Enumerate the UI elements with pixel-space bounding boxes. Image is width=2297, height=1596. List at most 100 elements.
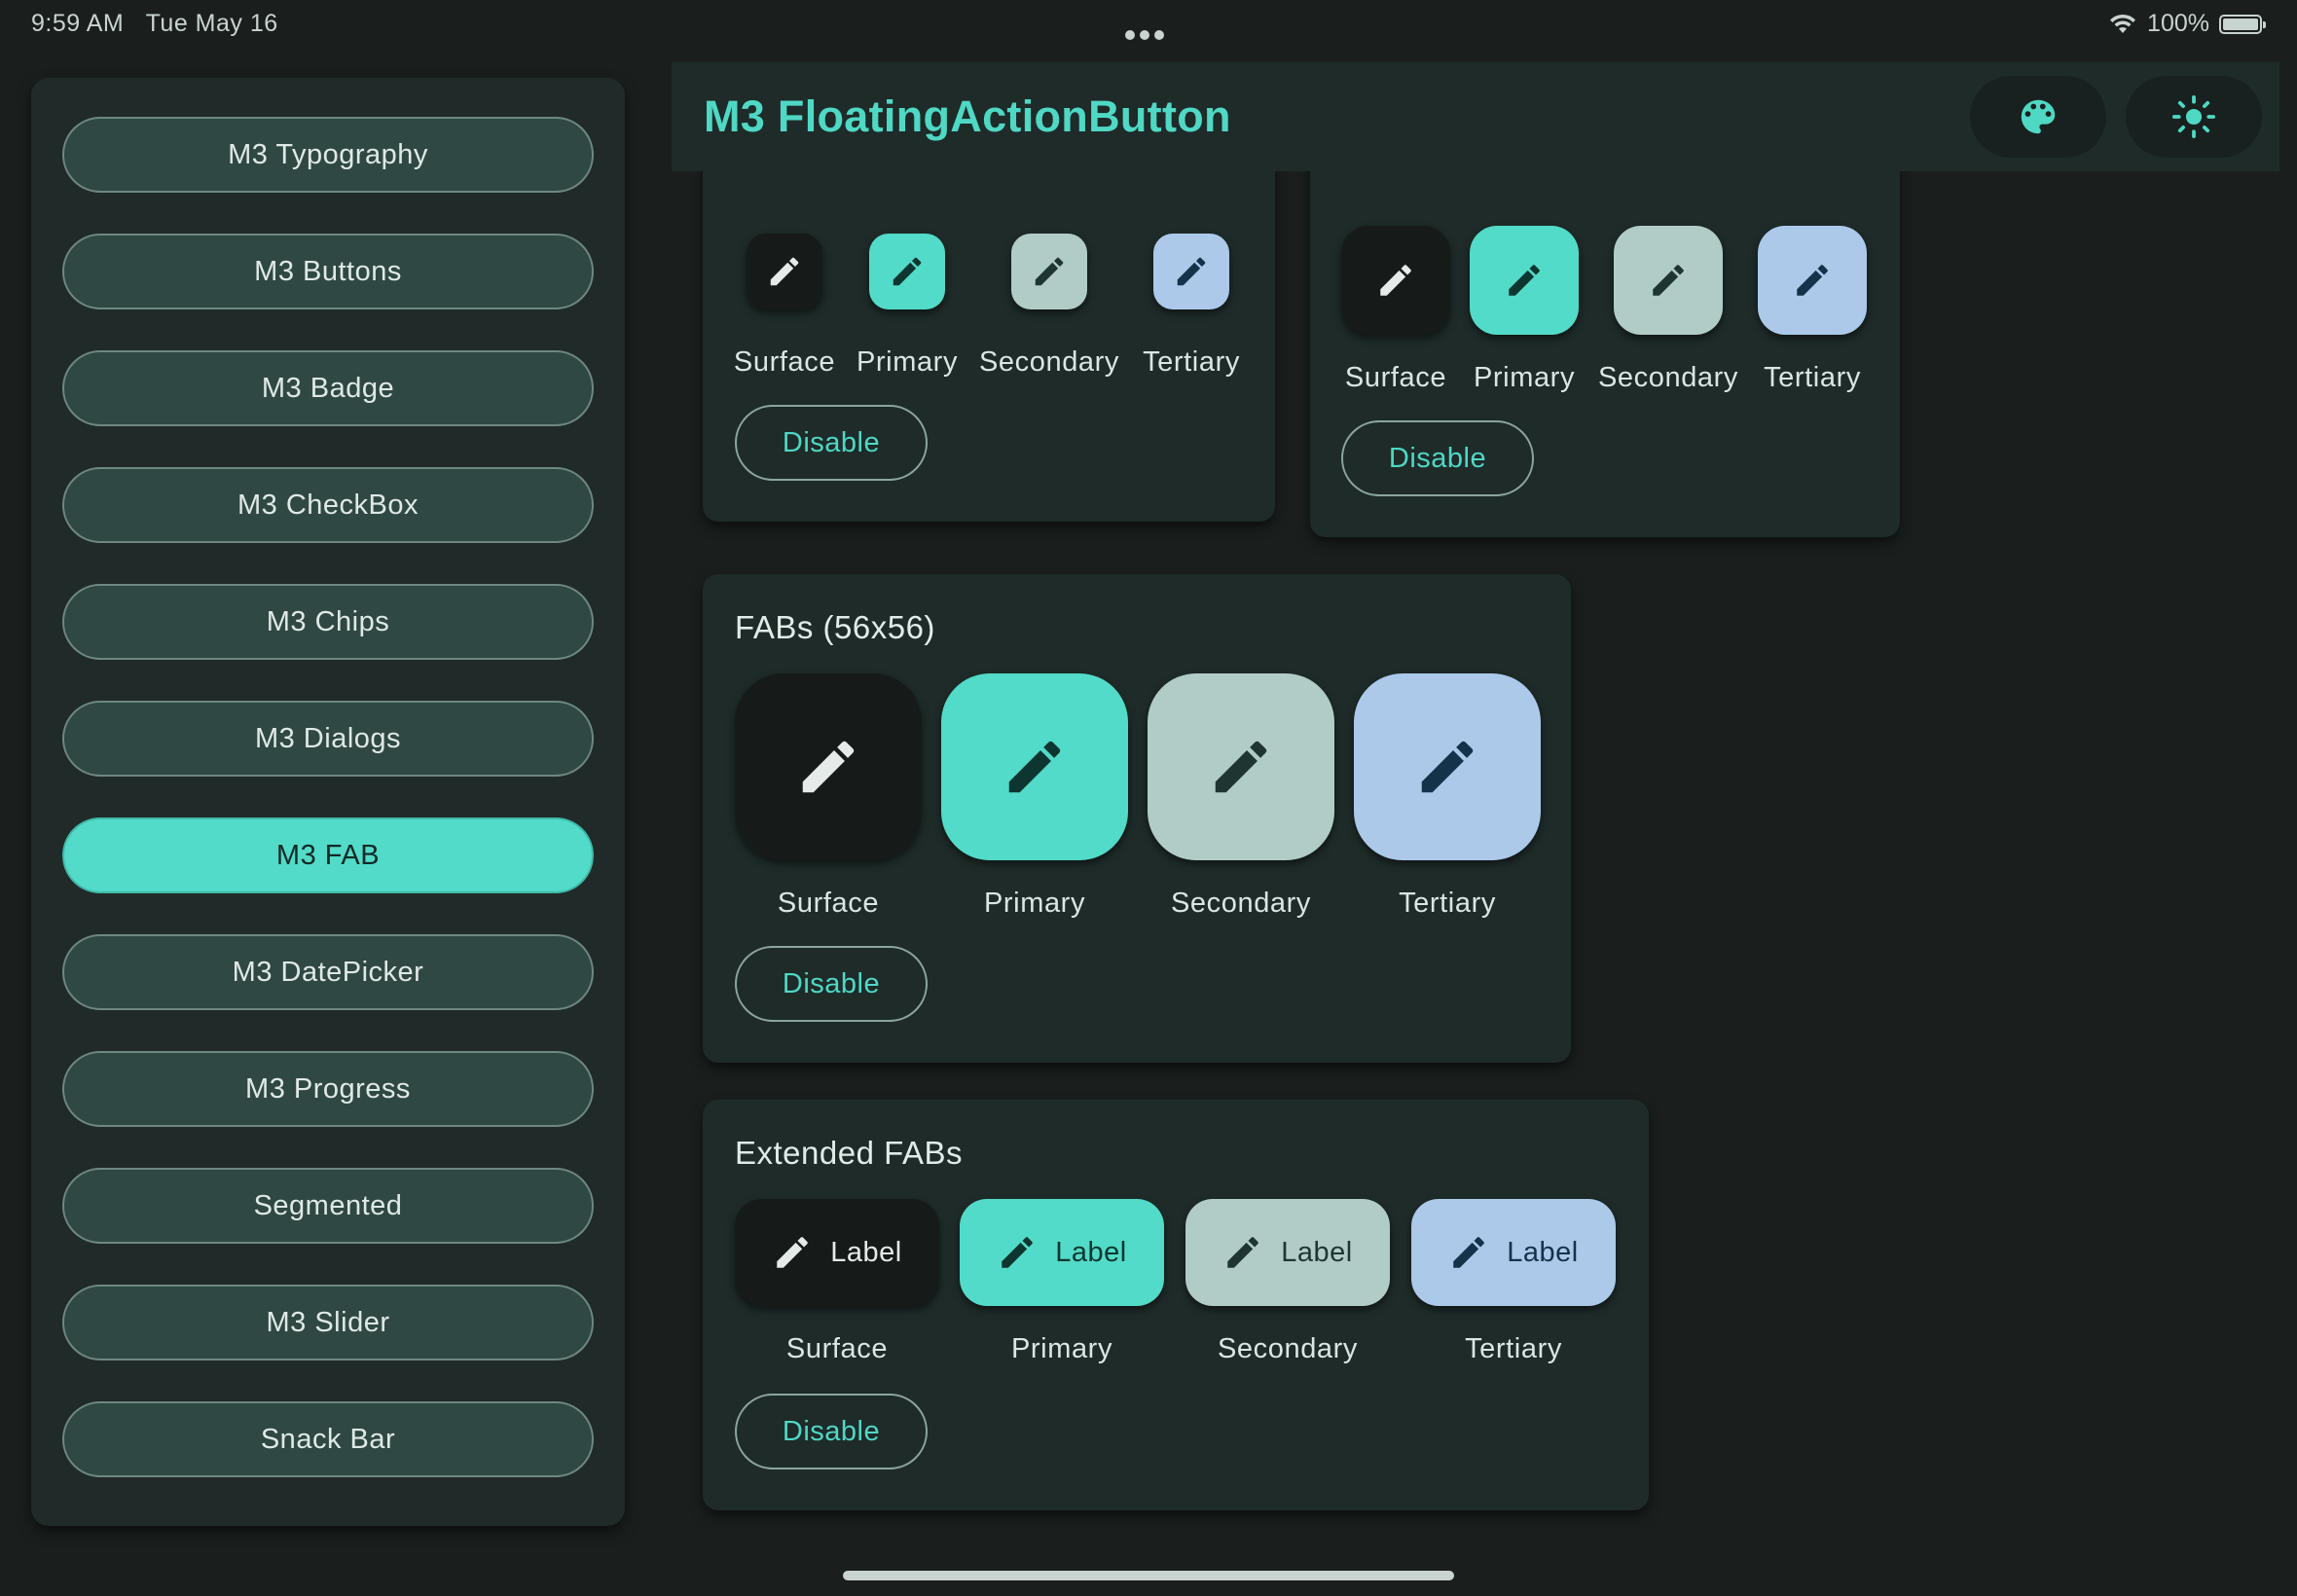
caption-tertiary: Tertiary: [1764, 362, 1861, 393]
sidebar-item-segmented[interactable]: Segmented: [62, 1168, 594, 1244]
sidebar-item-chips[interactable]: M3 Chips: [62, 584, 594, 660]
status-bar: 9:59 AM Tue May 16 100%: [0, 0, 2297, 47]
caption-primary: Primary: [856, 346, 959, 378]
sidebar-item-label: M3 Chips: [266, 605, 390, 637]
extended-fab-card: Extended FABs Label Label Label Label Su…: [703, 1100, 1649, 1510]
extended-fab-primary[interactable]: Label: [960, 1199, 1164, 1306]
sidebar-item-progress[interactable]: M3 Progress: [62, 1051, 594, 1127]
medium-fab-tertiary[interactable]: [1758, 226, 1867, 335]
sidebar-item-slider[interactable]: M3 Slider: [62, 1285, 594, 1360]
edit-icon: [1227, 1237, 1259, 1268]
sidebar-item-label: M3 Slider: [266, 1306, 390, 1338]
top-app-bar: M3 FloatingActionButton: [672, 62, 2279, 171]
sidebar-item-fab[interactable]: M3 FAB: [62, 817, 594, 893]
sidebar-item-label: M3 Buttons: [254, 255, 402, 287]
card-title: FABs (56x56): [735, 609, 935, 645]
wifi-icon: [2110, 14, 2136, 33]
extended-fab-secondary[interactable]: Label: [1185, 1199, 1390, 1306]
sidebar-item-dialogs[interactable]: M3 Dialogs: [62, 701, 594, 777]
large-fab-primary[interactable]: [941, 673, 1128, 860]
caption-primary: Primary: [1473, 362, 1576, 393]
caption-surface: Surface: [785, 1333, 889, 1364]
medium-fab-primary[interactable]: [1470, 226, 1579, 335]
fab-label: Label: [1507, 1236, 1579, 1268]
caption-tertiary: Tertiary: [1399, 888, 1496, 919]
card-title: Extended FABs: [735, 1135, 963, 1171]
edit-icon: [1453, 1237, 1485, 1268]
sidebar-item-label: M3 FAB: [275, 839, 381, 871]
fab-label: Label: [830, 1236, 902, 1268]
brightness-toggle-button[interactable]: [2126, 76, 2262, 158]
sidebar-item-datepicker[interactable]: M3 DatePicker: [62, 934, 594, 1010]
palette-icon: [2021, 99, 2056, 134]
caption-tertiary: Tertiary: [1465, 1333, 1562, 1364]
edit-icon: [1380, 265, 1411, 296]
sidebar-item-label: M3 DatePicker: [232, 956, 424, 988]
caption-surface: Surface: [1344, 362, 1447, 393]
sidebar-item-typography[interactable]: M3 Typography: [62, 117, 594, 193]
edit-icon: [1797, 265, 1828, 296]
edit-icon: [1509, 265, 1540, 296]
edit-icon: [1035, 257, 1064, 286]
sidebar-item-label: M3 Badge: [261, 372, 395, 404]
sidebar-item-badge[interactable]: M3 Badge: [62, 350, 594, 426]
theme-color-button[interactable]: [1970, 76, 2106, 158]
status-time: 9:59 AM Tue May 16: [31, 10, 278, 38]
medium-fab-secondary[interactable]: [1614, 226, 1723, 335]
edit-icon: [1008, 741, 1061, 793]
edit-icon: [770, 257, 799, 286]
large-fab-secondary[interactable]: [1148, 673, 1334, 860]
edit-icon: [802, 741, 855, 793]
small-fab-secondary[interactable]: [1011, 234, 1087, 309]
small-fab-surface[interactable]: [747, 234, 822, 309]
sidebar-item-checkbox[interactable]: M3 CheckBox: [62, 467, 594, 543]
edit-icon: [1653, 265, 1684, 296]
more-dots-icon[interactable]: [1125, 18, 1170, 40]
caption-secondary: Secondary: [978, 346, 1120, 378]
edit-icon: [1215, 741, 1267, 793]
disable-button[interactable]: Disable: [1341, 420, 1534, 496]
extended-fab-tertiary[interactable]: Label: [1411, 1199, 1616, 1306]
status-right: 100%: [2108, 10, 2266, 38]
large-fab-tertiary[interactable]: [1354, 673, 1541, 860]
large-fab-card: FABs (56x56) Surface Primary Secondary T…: [703, 574, 1571, 1063]
medium-fab-surface[interactable]: [1341, 226, 1450, 335]
disable-button[interactable]: Disable: [735, 1394, 928, 1469]
edit-icon: [1002, 1237, 1034, 1268]
home-indicator[interactable]: [843, 1571, 1454, 1580]
edit-icon: [777, 1237, 809, 1268]
sidebar-item-buttons[interactable]: M3 Buttons: [62, 234, 594, 309]
brightness-icon: [2171, 94, 2216, 139]
sidebar-item-label: M3 CheckBox: [237, 489, 419, 521]
caption-tertiary: Tertiary: [1143, 346, 1240, 378]
disable-button[interactable]: Disable: [735, 405, 928, 481]
caption-secondary: Secondary: [1217, 1333, 1359, 1364]
caption-surface: Surface: [733, 346, 836, 378]
small-fab-tertiary[interactable]: [1153, 234, 1229, 309]
edit-icon: [893, 257, 922, 286]
sidebar-item-label: Segmented: [253, 1189, 403, 1221]
caption-secondary: Secondary: [1597, 362, 1739, 393]
edit-icon: [1421, 741, 1474, 793]
sidebar-item-label: M3 Dialogs: [254, 722, 402, 754]
status-time-text: 9:59 AM: [31, 10, 125, 37]
large-fab-surface[interactable]: [735, 673, 922, 860]
fab-label: Label: [1281, 1236, 1353, 1268]
disable-button[interactable]: Disable: [735, 946, 928, 1022]
caption-secondary: Secondary: [1170, 888, 1312, 919]
extended-fab-surface[interactable]: Label: [735, 1199, 939, 1306]
edit-icon: [1177, 257, 1206, 286]
small-fab-card: Surface Primary Secondary Tertiary Disab…: [703, 146, 1275, 522]
sidebar-item-label: M3 Progress: [245, 1072, 411, 1105]
fab-label: Label: [1055, 1236, 1127, 1268]
sidebar-item-label: M3 Typography: [228, 138, 428, 170]
sidebar-item-snackbar[interactable]: Snack Bar: [62, 1401, 594, 1477]
medium-fab-card: Surface Primary Secondary Tertiary Disab…: [1310, 146, 1900, 537]
caption-primary: Primary: [983, 888, 1086, 919]
sidebar-item-label: Snack Bar: [260, 1423, 396, 1455]
small-fab-primary[interactable]: [869, 234, 945, 309]
battery-icon: [2219, 14, 2266, 34]
sidebar: M3 Typography M3 Buttons M3 Badge M3 Che…: [31, 78, 625, 1526]
app-screen: 9:59 AM Tue May 16 100% M3 Typography M3…: [0, 0, 2297, 1596]
page-title: M3 FloatingActionButton: [704, 91, 1231, 141]
